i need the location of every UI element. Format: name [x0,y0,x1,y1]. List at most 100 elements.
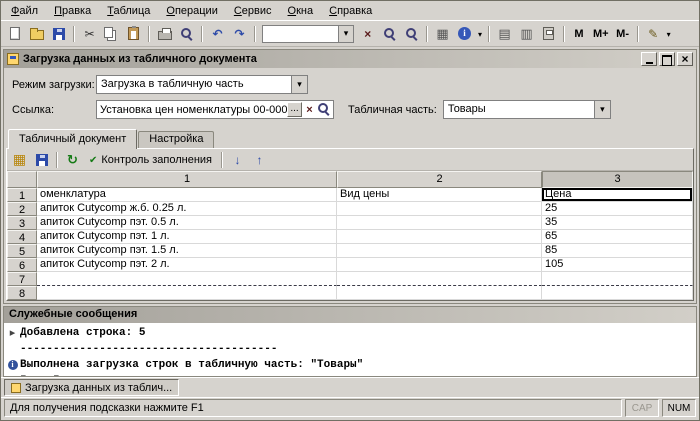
window-tab-load-data[interactable]: Загрузка данных из таблич... [4,379,179,396]
sheet-cell[interactable] [542,286,693,300]
status-hint: Для получения подсказки нажмите F1 [4,399,622,417]
cut-button[interactable] [79,24,100,44]
tab-strip: Табличный документ Настройка [4,128,696,149]
calendar-button[interactable] [516,24,537,44]
calculator-button[interactable] [538,24,559,44]
maximize-button[interactable] [659,52,675,66]
print-button[interactable] [154,24,175,44]
message-line: 5 из 5 элементов. [5,373,695,376]
toolbar-separator [73,25,75,42]
refresh-button[interactable] [62,150,83,170]
paste-icon [128,26,139,40]
minimize-button[interactable] [641,52,657,66]
sheet-cell[interactable] [37,286,337,300]
corner-cell[interactable] [7,171,37,188]
sheet-cell[interactable] [337,244,542,258]
link-open-button[interactable] [316,101,333,119]
menu-file[interactable]: Файл [3,2,46,20]
sheet-cell[interactable]: оменклатура [37,188,337,202]
load-rows-button[interactable] [227,150,248,170]
message-text: --------------------------------------- [20,343,278,355]
unload-rows-button[interactable] [249,150,270,170]
load-mode-select[interactable]: Загрузка в табличную часть [96,75,308,94]
menu-windows[interactable]: Окна [280,2,322,20]
sheet-cell[interactable] [37,272,337,286]
clear-search-button[interactable] [357,24,378,44]
save-spreadsheet-button[interactable] [31,150,52,170]
search-input[interactable] [263,26,338,41]
selected-cell[interactable]: Цена [542,188,693,202]
find-button[interactable] [379,24,400,44]
redo-button[interactable] [229,24,250,44]
toolbar-separator [56,151,58,168]
fill-control-button[interactable]: Контроль заполнения [84,150,217,170]
sheet-cell[interactable] [337,286,542,300]
table-button[interactable] [432,24,453,44]
info-button[interactable] [454,24,475,44]
memory-plus-button[interactable]: M+ [590,24,612,44]
memory-recall-button[interactable]: M [569,24,589,44]
row-header[interactable]: 4 [7,230,37,244]
print-preview-button[interactable] [176,24,197,44]
row-header[interactable]: 2 [7,202,37,216]
sheet-cell[interactable]: 105 [542,258,693,272]
service-button[interactable] [643,24,664,44]
link-choose-button[interactable]: ... [287,102,302,117]
list-button[interactable] [494,24,515,44]
row-header[interactable]: 8 [7,286,37,300]
memory-minus-button[interactable]: M- [613,24,633,44]
sheet-row: 6 апиток Cutycomp пэт. 2 л. 105 [7,258,693,272]
tab-spreadsheet-document[interactable]: Табличный документ [8,129,138,149]
search-combo[interactable] [262,24,354,43]
menu-help[interactable]: Справка [321,2,380,20]
menu-service[interactable]: Сервис [226,2,280,20]
sheet-cell[interactable]: 85 [542,244,693,258]
copy-button[interactable] [101,24,122,44]
save-button[interactable] [48,24,69,44]
sheet-cell[interactable]: апиток Cutycomp пэт. 1 л. [37,230,337,244]
tabular-section-dropdown-icon[interactable] [593,101,610,118]
sheet-cell[interactable] [337,202,542,216]
sheet-cell[interactable]: апиток Cutycomp пэт. 2 л. [37,258,337,272]
sheet-cell[interactable]: апиток Cutycomp ж.б. 0.25 л. [37,202,337,216]
menu-table[interactable]: Таблица [99,2,158,20]
sheet-cell[interactable]: апиток Cutycomp пэт. 1.5 л. [37,244,337,258]
row-header[interactable]: 3 [7,216,37,230]
close-button[interactable] [677,52,693,66]
sheet-cell[interactable]: 25 [542,202,693,216]
sheet-cell[interactable] [337,230,542,244]
sheet-cell[interactable] [337,272,542,286]
tab-settings[interactable]: Настройка [138,131,215,148]
sheet-cell[interactable]: 65 [542,230,693,244]
undo-button[interactable] [207,24,228,44]
sheet-cell[interactable] [337,216,542,230]
search-dropdown-button[interactable] [338,25,353,42]
service-dropdown-arrow-icon[interactable] [665,28,673,40]
link-field[interactable]: Установка цен номенклатуры 00-00000 ... … [96,100,334,119]
sheet-cell[interactable] [542,272,693,286]
sheet-cell[interactable]: Вид цены [337,188,542,202]
row-header[interactable]: 5 [7,244,37,258]
info-dropdown-arrow-icon[interactable] [476,28,484,40]
row-header[interactable]: 7 [7,272,37,286]
message-line: Добавлена строка: 5 [5,325,695,341]
menu-operations[interactable]: Операции [158,2,225,20]
tabular-section-select[interactable]: Товары [442,100,611,119]
info-icon [458,27,471,40]
load-mode-dropdown-icon[interactable] [291,76,307,93]
paste-button[interactable] [123,24,144,44]
sheet-cell[interactable]: 35 [542,216,693,230]
open-spreadsheet-button[interactable] [9,150,30,170]
link-clear-button[interactable]: × [303,104,316,116]
sheet-cell[interactable] [337,258,542,272]
column-header-3[interactable]: 3 [542,171,693,188]
column-header-2[interactable]: 2 [337,171,542,188]
row-header[interactable]: 1 [7,188,37,202]
column-header-1[interactable]: 1 [37,171,337,188]
sheet-cell[interactable]: апиток Cutycomp пэт. 0.5 л. [37,216,337,230]
new-document-button[interactable] [4,24,25,44]
open-button[interactable] [26,24,47,44]
find-next-button[interactable] [401,24,422,44]
menu-edit[interactable]: Правка [46,2,99,20]
row-header[interactable]: 6 [7,258,37,272]
